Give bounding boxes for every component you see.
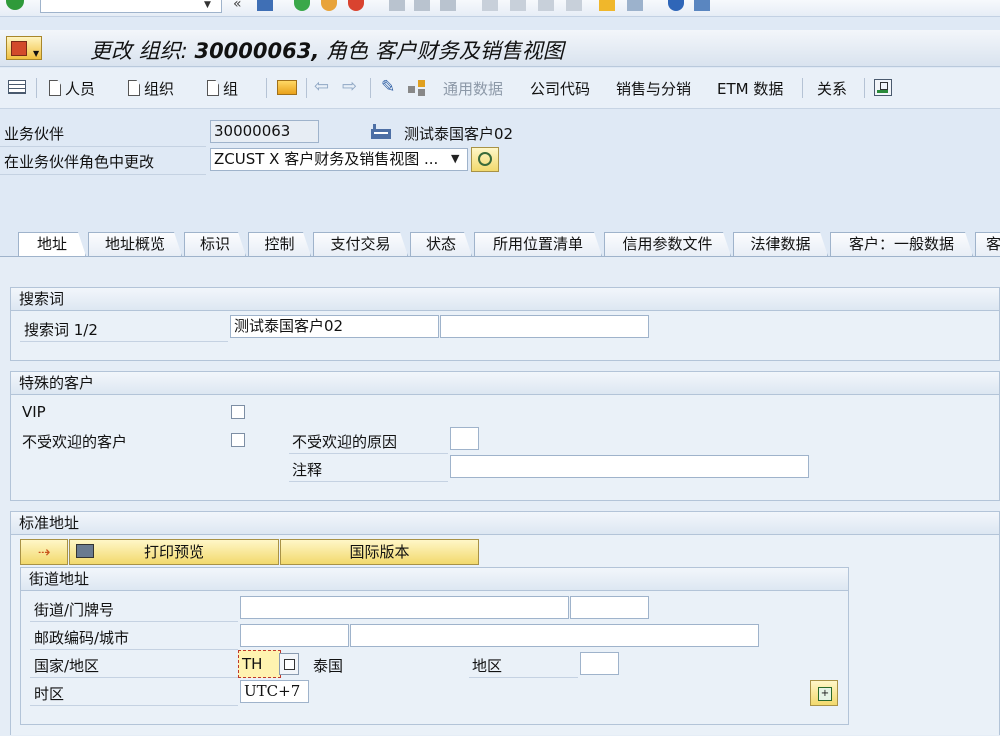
save-icon[interactable] [257, 0, 273, 11]
back-history-icon[interactable]: « [233, 0, 242, 12]
country-label: 国家/地区 [34, 657, 100, 675]
next-page-icon[interactable] [538, 0, 554, 11]
organization-button[interactable]: 组织 [128, 78, 174, 99]
tab-address[interactable]: 地址 [18, 232, 86, 256]
business-partner-name: 测试泰国客户02 [404, 125, 514, 143]
search-term-label: 搜索词 1/2 [24, 321, 98, 339]
country-input[interactable]: TH [238, 650, 281, 678]
tab-payment-transactions[interactable]: 支付交易 [313, 232, 408, 256]
find-next-icon[interactable] [440, 0, 456, 11]
tab-identification[interactable]: 标识 [184, 232, 246, 256]
document-icon [128, 80, 140, 96]
region-label: 地区 [472, 657, 503, 675]
tab-legal-data[interactable]: 法律数据 [733, 232, 828, 256]
role-details-icon[interactable] [471, 147, 499, 172]
shortcut-icon[interactable] [627, 0, 643, 11]
company-code-button[interactable]: 公司代码 [530, 78, 590, 99]
person-button[interactable]: 人员 [49, 78, 95, 99]
prev-page-icon[interactable] [510, 0, 526, 11]
tab-credit-profile[interactable]: 信用参数文件 [604, 232, 731, 256]
arrow-right-icon[interactable]: ⇨ [342, 76, 357, 97]
note-label: 注释 [292, 461, 323, 479]
organization-icon [371, 124, 391, 139]
list-view-icon[interactable] [8, 80, 26, 94]
new-session-icon[interactable] [599, 0, 615, 11]
unwelcome-customer-label: 不受欢迎的客户 [22, 433, 128, 451]
display-change-icon[interactable]: ✎ [381, 77, 395, 97]
chevron-down-icon[interactable]: ▼ [451, 152, 459, 165]
enter-icon[interactable] [6, 0, 24, 10]
group-button[interactable]: 组 [207, 78, 238, 99]
special-customer-group-title: 特殊的客户 [11, 372, 999, 395]
command-dropdown-icon[interactable]: ▼ [204, 0, 218, 10]
org-structure-icon[interactable] [874, 79, 892, 96]
unwelcome-reason-label: 不受欢迎的原因 [292, 433, 398, 451]
note-input[interactable] [450, 455, 809, 478]
etm-data-button[interactable]: ETM 数据 [717, 78, 783, 99]
tab-customer-more[interactable]: 客 [975, 232, 1000, 256]
print-preview-button[interactable]: 打印预览 [69, 539, 279, 565]
search-term-group-title: 搜索词 [11, 288, 999, 311]
tab-customer-general-data[interactable]: 客户：一般数据 [830, 232, 973, 256]
timezone-input[interactable]: UTC+7 [240, 680, 309, 703]
value-help-icon[interactable] [279, 653, 299, 675]
city-input[interactable] [350, 624, 759, 647]
layout-menu-icon[interactable] [694, 0, 710, 11]
transfer-icon: ⇢ [37, 543, 51, 561]
search-term-1-input[interactable]: 测试泰国客户02 [230, 315, 439, 338]
vip-label: VIP [22, 403, 46, 421]
find-icon[interactable] [414, 0, 430, 11]
open-folder-icon[interactable] [277, 80, 297, 95]
help-icon[interactable] [668, 0, 684, 11]
system-toolbar: ▼ « [0, 0, 1000, 17]
change-in-role-label: 在业务伙伴角色中更改 [4, 153, 155, 171]
street-input[interactable] [240, 596, 569, 619]
document-icon [207, 80, 219, 96]
role-select[interactable]: ZCUST X 客户财务及销售视图 ... [210, 148, 468, 171]
page-title: 更改 组织: 30000063, 角色 客户财务及销售视图 [90, 39, 564, 63]
vip-checkbox[interactable] [231, 405, 245, 419]
hierarchy-icon[interactable] [408, 80, 426, 96]
document-icon [49, 80, 61, 96]
postcode-city-label: 邮政编码/城市 [34, 629, 130, 647]
menu-icon[interactable]: ▼ [6, 36, 42, 60]
tab-control[interactable]: 控制 [248, 232, 311, 256]
printer-icon [76, 544, 94, 558]
cancel-icon[interactable] [348, 0, 364, 11]
last-page-icon[interactable] [566, 0, 582, 11]
house-number-input[interactable] [570, 596, 649, 619]
tab-address-overview[interactable]: 地址概览 [88, 232, 182, 256]
address-transfer-button[interactable]: ⇢ [20, 539, 68, 565]
more-fields-icon[interactable]: + [810, 680, 838, 706]
tab-status[interactable]: 状态 [410, 232, 472, 256]
standard-address-group-title: 标准地址 [11, 512, 999, 535]
business-partner-label: 业务伙伴 [4, 125, 65, 143]
relations-button[interactable]: 关系 [817, 78, 847, 99]
general-data-button[interactable]: 通用数据 [443, 78, 503, 99]
print-icon[interactable] [389, 0, 405, 11]
unwelcome-reason-input[interactable] [450, 427, 479, 450]
business-partner-field[interactable]: 30000063 [210, 120, 319, 143]
tab-where-used-list[interactable]: 所用位置清单 [474, 232, 602, 256]
region-input[interactable] [580, 652, 619, 675]
arrow-left-icon[interactable]: ⇦ [314, 76, 329, 97]
country-name: 泰国 [313, 657, 344, 675]
street-label: 街道/门牌号 [34, 601, 115, 619]
international-version-button[interactable]: 国际版本 [280, 539, 479, 565]
sales-distribution-button[interactable]: 销售与分销 [616, 78, 691, 99]
exit-icon[interactable] [321, 0, 337, 11]
back-icon[interactable] [294, 0, 310, 11]
special-customer-group: 特殊的客户 [10, 371, 1000, 501]
timezone-label: 时区 [34, 685, 65, 703]
first-page-icon[interactable] [482, 0, 498, 11]
command-field[interactable] [40, 0, 222, 13]
street-address-group-title: 街道地址 [21, 568, 848, 591]
postcode-input[interactable] [240, 624, 349, 647]
search-term-2-input[interactable] [440, 315, 649, 338]
unwelcome-customer-checkbox[interactable] [231, 433, 245, 447]
